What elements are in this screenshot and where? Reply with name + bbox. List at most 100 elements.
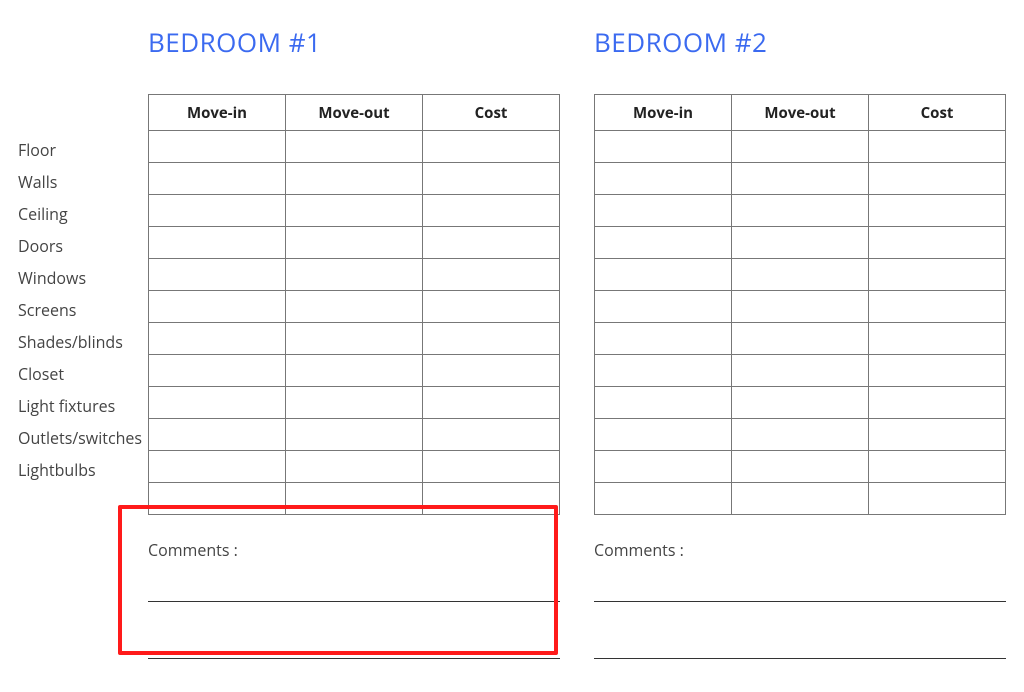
table-cell[interactable]	[732, 131, 869, 163]
comment-line	[148, 601, 560, 602]
row-label: Ceiling	[18, 198, 148, 230]
table-cell[interactable]	[869, 323, 1006, 355]
table-row	[595, 323, 1006, 355]
table-cell[interactable]	[732, 451, 869, 483]
table-cell[interactable]	[286, 355, 423, 387]
table-row	[595, 131, 1006, 163]
table-cell[interactable]	[286, 323, 423, 355]
table-cell[interactable]	[595, 323, 732, 355]
table-cell[interactable]	[149, 387, 286, 419]
table-cell[interactable]	[595, 195, 732, 227]
table-cell[interactable]	[869, 291, 1006, 323]
table-cell[interactable]	[869, 195, 1006, 227]
row-labels-column: FloorWallsCeilingDoorsWindowsScreensShad…	[18, 24, 148, 669]
table-cell[interactable]	[149, 195, 286, 227]
table-cell[interactable]	[286, 227, 423, 259]
table-cell[interactable]	[732, 259, 869, 291]
table-row	[595, 355, 1006, 387]
column-header: Move-in	[149, 95, 286, 131]
table-cell[interactable]	[732, 195, 869, 227]
table-cell[interactable]	[149, 227, 286, 259]
row-label: Closet	[18, 358, 148, 390]
table-cell[interactable]	[423, 355, 560, 387]
table-cell[interactable]	[423, 195, 560, 227]
table-cell[interactable]	[423, 259, 560, 291]
table-cell[interactable]	[595, 483, 732, 515]
table-row	[595, 419, 1006, 451]
table-cell[interactable]	[732, 291, 869, 323]
table-cell[interactable]	[286, 419, 423, 451]
table-cell[interactable]	[732, 163, 869, 195]
table-cell[interactable]	[595, 387, 732, 419]
table-cell[interactable]	[732, 419, 869, 451]
table-cell[interactable]	[149, 451, 286, 483]
table-cell[interactable]	[595, 259, 732, 291]
section-title: BEDROOM #1	[148, 24, 560, 60]
table-cell[interactable]	[732, 355, 869, 387]
table-cell[interactable]	[869, 131, 1006, 163]
table-cell[interactable]	[149, 163, 286, 195]
table-cell[interactable]	[595, 131, 732, 163]
table-row	[149, 195, 560, 227]
table-cell[interactable]	[869, 355, 1006, 387]
table-cell[interactable]	[423, 323, 560, 355]
table-row	[149, 387, 560, 419]
table-row	[149, 291, 560, 323]
comments-label: Comments :	[148, 539, 560, 561]
table-cell[interactable]	[149, 323, 286, 355]
table-cell[interactable]	[286, 195, 423, 227]
table-cell[interactable]	[595, 355, 732, 387]
table-row	[149, 323, 560, 355]
table-cell[interactable]	[423, 387, 560, 419]
table-cell[interactable]	[423, 227, 560, 259]
column-header: Cost	[869, 95, 1006, 131]
table-cell[interactable]	[286, 451, 423, 483]
table-cell[interactable]	[732, 483, 869, 515]
table-cell[interactable]	[595, 419, 732, 451]
table-cell[interactable]	[286, 131, 423, 163]
table-cell[interactable]	[732, 387, 869, 419]
table-cell[interactable]	[869, 259, 1006, 291]
table-cell[interactable]	[286, 259, 423, 291]
table-cell[interactable]	[423, 291, 560, 323]
table-cell[interactable]	[423, 483, 560, 515]
table-cell[interactable]	[869, 483, 1006, 515]
table-cell[interactable]	[149, 419, 286, 451]
comment-line	[148, 658, 560, 659]
table-row	[595, 227, 1006, 259]
table-cell[interactable]	[423, 131, 560, 163]
row-label: Screens	[18, 294, 148, 326]
table-cell[interactable]	[423, 163, 560, 195]
table-cell[interactable]	[423, 419, 560, 451]
table-cell[interactable]	[286, 163, 423, 195]
table-cell[interactable]	[869, 387, 1006, 419]
table-row	[595, 451, 1006, 483]
table-cell[interactable]	[732, 227, 869, 259]
comments-area: Comments :	[594, 533, 1006, 669]
table-cell[interactable]	[423, 451, 560, 483]
table-cell[interactable]	[149, 259, 286, 291]
table-cell[interactable]	[286, 483, 423, 515]
comments-label: Comments :	[594, 539, 1006, 561]
table-cell[interactable]	[869, 163, 1006, 195]
table-cell[interactable]	[595, 163, 732, 195]
table-cell[interactable]	[595, 227, 732, 259]
row-label: Lightbulbs	[18, 454, 148, 486]
table-cell[interactable]	[869, 451, 1006, 483]
table-cell[interactable]	[286, 387, 423, 419]
table-cell[interactable]	[869, 227, 1006, 259]
table-row	[595, 163, 1006, 195]
comments-area: Comments :	[148, 533, 560, 669]
table-row	[595, 259, 1006, 291]
section-bedroom-2: BEDROOM #2 Move-inMove-outCost Comments …	[594, 24, 1006, 669]
table-cell[interactable]	[149, 355, 286, 387]
table-cell[interactable]	[595, 291, 732, 323]
table-cell[interactable]	[149, 131, 286, 163]
table-row	[149, 419, 560, 451]
table-cell[interactable]	[149, 483, 286, 515]
table-cell[interactable]	[595, 451, 732, 483]
table-cell[interactable]	[286, 291, 423, 323]
table-cell[interactable]	[732, 323, 869, 355]
table-cell[interactable]	[149, 291, 286, 323]
table-cell[interactable]	[869, 419, 1006, 451]
